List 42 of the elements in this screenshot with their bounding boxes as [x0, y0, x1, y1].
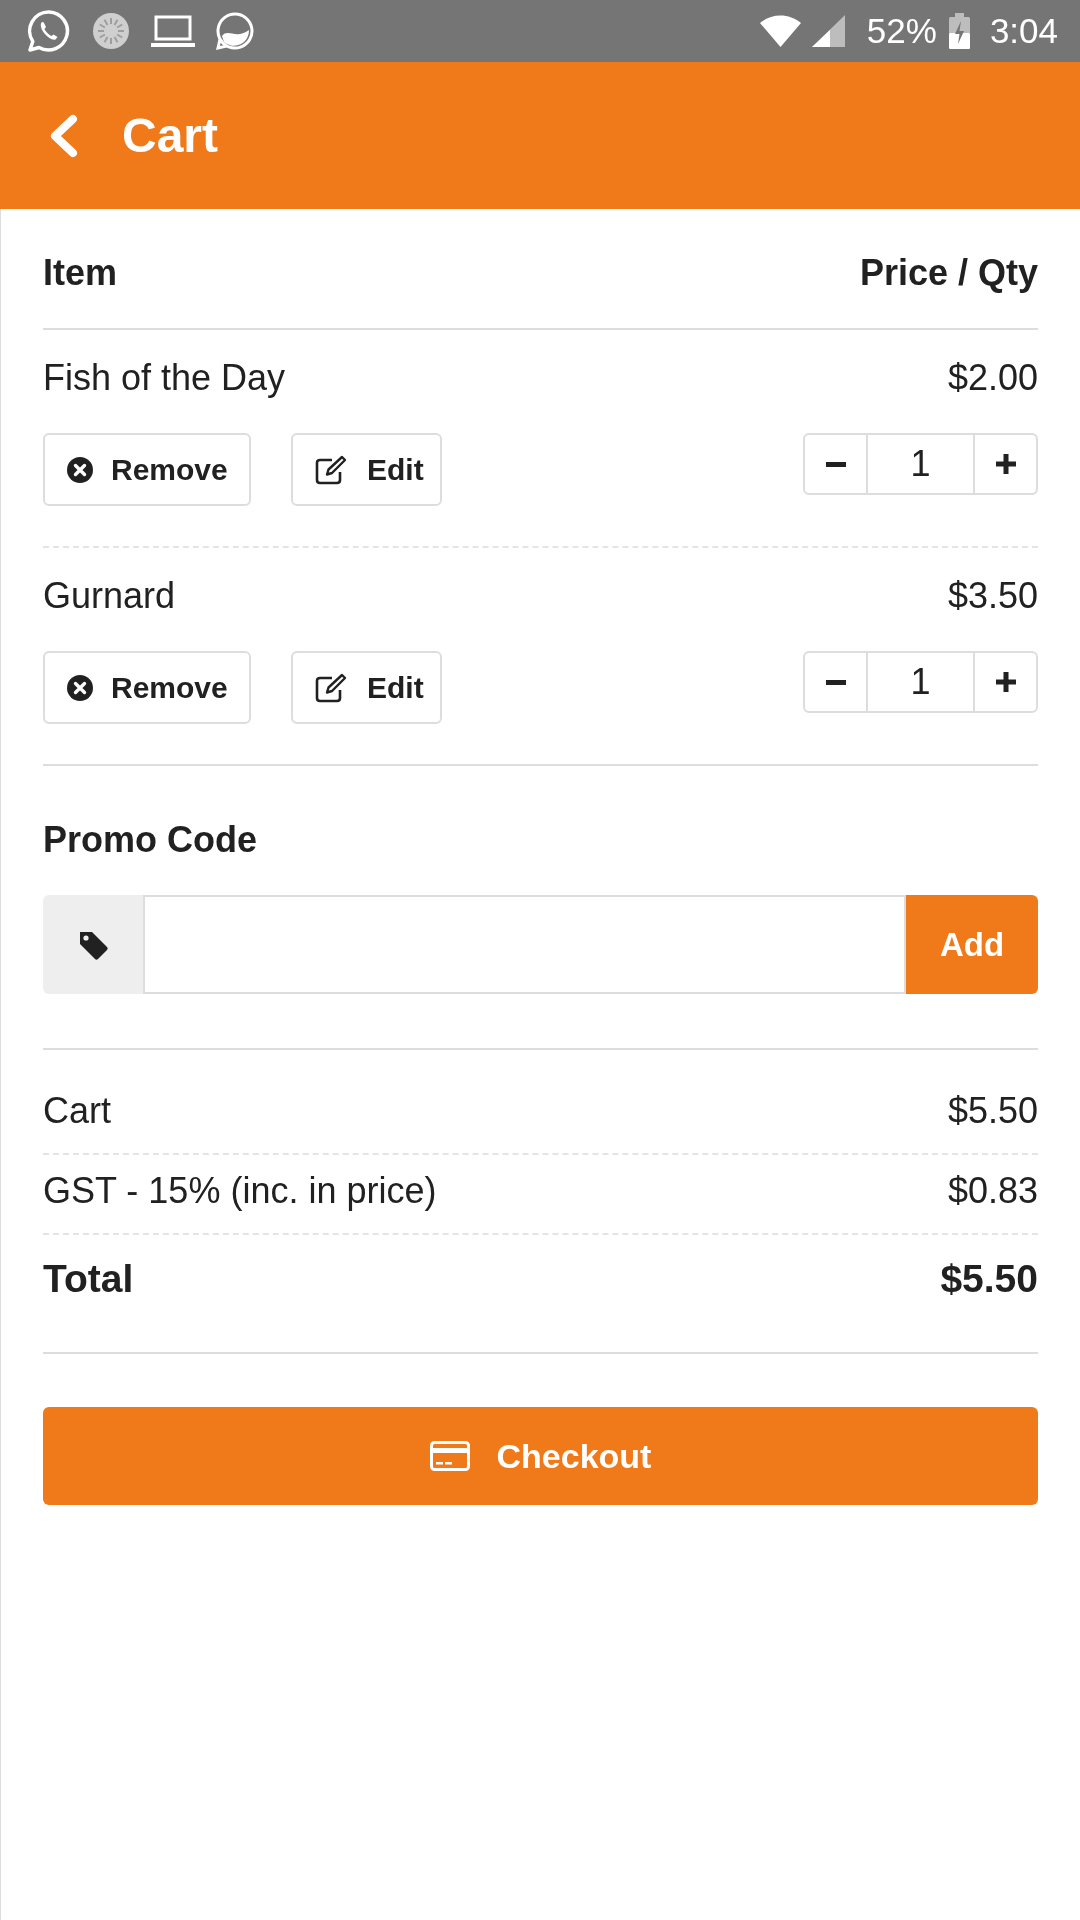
page-title: Cart [122, 107, 219, 164]
battery-percentage: 52% [866, 11, 937, 51]
total-label: Total [43, 1256, 134, 1302]
laptop-icon [151, 15, 195, 47]
close-circle-icon [67, 456, 93, 483]
column-header: Item [43, 251, 118, 295]
promo-code-field[interactable] [143, 895, 906, 994]
remove-button[interactable]: Remove [43, 651, 251, 724]
increase-button[interactable] [973, 651, 1038, 713]
credit-card-icon [429, 1441, 470, 1471]
column-header: Price / Qty [859, 251, 1038, 295]
decrease-button[interactable] [803, 433, 868, 495]
minus-icon [825, 461, 846, 467]
chat-phone-icon [27, 9, 71, 53]
edit-button[interactable]: Edit [291, 433, 442, 506]
quantity-field[interactable]: 1 [868, 651, 973, 713]
item-name: Fish of the Day [43, 356, 286, 400]
clock-time: 3:04 [989, 11, 1058, 51]
wifi-icon [759, 15, 801, 47]
plus-icon [995, 672, 1016, 692]
promo-code-label: Promo Code [43, 818, 257, 862]
item-price: $2.00 [947, 356, 1038, 400]
edit-button[interactable]: Edit [291, 651, 442, 724]
summary-label: Cart [43, 1089, 111, 1133]
minus-icon [825, 679, 846, 685]
plus-icon [995, 454, 1016, 474]
remove-button[interactable]: Remove [43, 433, 251, 506]
edit-icon [315, 672, 347, 703]
total-value: $5.50 [940, 1256, 1038, 1302]
edit-icon [315, 454, 347, 485]
quantity-field[interactable]: 1 [868, 433, 973, 495]
signal-icon [811, 15, 845, 47]
close-circle-icon [67, 674, 93, 701]
summary-value: $0.83 [947, 1169, 1038, 1213]
battery-icon [948, 13, 970, 49]
item-name: Gurnard [43, 574, 176, 618]
increase-button[interactable] [973, 433, 1038, 495]
summary-value: $5.50 [947, 1089, 1038, 1133]
item-price: $3.50 [947, 574, 1038, 618]
decrease-button[interactable] [803, 651, 868, 713]
loading-icon [92, 12, 130, 50]
summary-label: GST - 15% (inc. in price) [43, 1169, 437, 1213]
